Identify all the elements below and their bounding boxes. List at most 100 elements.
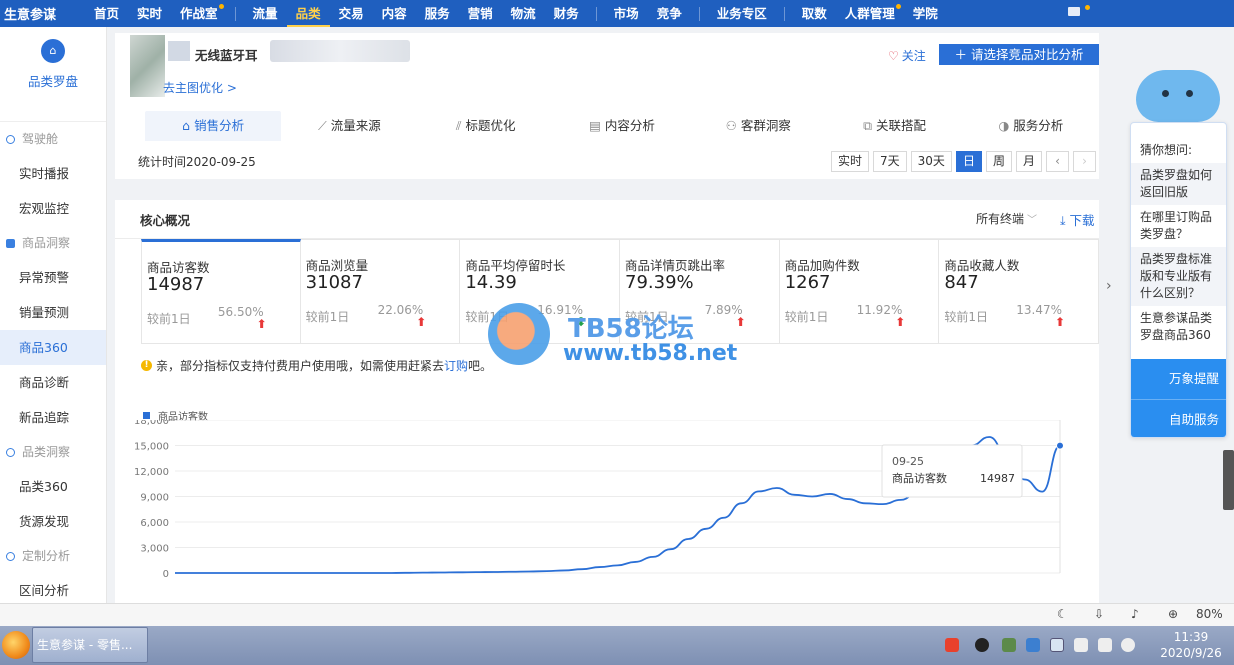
shield-icon[interactable] bbox=[1026, 638, 1040, 652]
tab-4[interactable]: ⚇ 客群洞察 bbox=[690, 111, 826, 141]
terminal-select[interactable]: 所有终端 ﹀ bbox=[976, 210, 1037, 227]
follow-button[interactable]: ♡ 关注 bbox=[888, 47, 926, 64]
nav-item-16[interactable]: 学院 bbox=[904, 0, 947, 27]
subscribe-link[interactable]: 订购 bbox=[444, 357, 468, 374]
network-icon[interactable] bbox=[1050, 638, 1064, 652]
sidebar-item[interactable]: 异常预警 bbox=[0, 260, 106, 295]
download-button[interactable]: ⤓ 下载 bbox=[1060, 210, 1095, 229]
nav-item-8[interactable]: 营销 bbox=[459, 0, 502, 27]
tab-2[interactable]: ⫽ 标题优化 bbox=[418, 111, 554, 141]
smart-reminder-button[interactable]: 万象提醒 bbox=[1131, 359, 1226, 399]
sidebar-item[interactable]: 商品诊断 bbox=[0, 365, 106, 400]
night-mode-icon[interactable]: ☾ bbox=[1057, 607, 1068, 621]
zoom-level[interactable]: 80% bbox=[1196, 607, 1223, 621]
tab-0[interactable]: ⌂ 销售分析 bbox=[145, 111, 282, 141]
metric-compare: 较前1日 bbox=[944, 310, 988, 324]
metric-card[interactable]: 商品平均停留时长 14.39 较前1日 16.91% ⬇ bbox=[460, 239, 621, 344]
self-service-button[interactable]: 自助服务 bbox=[1131, 399, 1226, 437]
volume-icon[interactable]: ♪ bbox=[1131, 607, 1139, 621]
next-date-icon[interactable]: › bbox=[1072, 151, 1096, 172]
signal-icon[interactable] bbox=[1098, 638, 1112, 652]
metric-card[interactable]: 商品详情页跳出率 79.39% 较前1日 7.89% ⬆ bbox=[620, 239, 780, 344]
image-optimize-link[interactable]: 去主图优化 > bbox=[163, 79, 237, 96]
nav-item-13[interactable]: 业务专区 bbox=[708, 0, 776, 27]
sidebar-group-1[interactable]: 商品洞察 bbox=[0, 226, 106, 260]
nav-item-10[interactable]: 财务 bbox=[545, 0, 588, 27]
faq-question[interactable]: 品类罗盘标准版和专业版有什么区别？ bbox=[1131, 247, 1226, 306]
nav-item-5[interactable]: 交易 bbox=[330, 0, 373, 27]
side-scroll-handle[interactable] bbox=[1223, 450, 1234, 510]
mute-icon[interactable] bbox=[1121, 638, 1135, 652]
qq-icon[interactable] bbox=[975, 638, 989, 652]
sidebar-item[interactable]: 货源发现 bbox=[0, 504, 106, 539]
nav-item-6[interactable]: 内容 bbox=[373, 0, 416, 27]
time-button-0[interactable]: 实时 bbox=[831, 151, 870, 172]
notification-dot-icon bbox=[895, 4, 901, 9]
nav-item-label: 服务 bbox=[424, 6, 450, 21]
nav-item-0[interactable]: 首页 bbox=[85, 0, 128, 27]
nav-item-15[interactable]: 人群管理 bbox=[836, 0, 904, 27]
faq-question[interactable]: 品类罗盘如何返回旧版 bbox=[1131, 163, 1226, 205]
sidebar-item[interactable]: 销量预测 bbox=[0, 295, 106, 330]
tab-5[interactable]: ⧉ 关联搭配 bbox=[826, 111, 962, 141]
mail-icon[interactable] bbox=[1068, 7, 1080, 16]
sidebar-item[interactable]: 实时播报 bbox=[0, 156, 106, 191]
notice-suffix: 吧。 bbox=[468, 359, 493, 373]
nav-divider bbox=[595, 6, 597, 21]
nav-item-4[interactable]: 品类 bbox=[286, 0, 330, 27]
sidebar-group-2[interactable]: 品类洞察 bbox=[0, 435, 106, 469]
tab-3[interactable]: ▤ 内容分析 bbox=[554, 111, 690, 141]
time-button-3[interactable]: 日 bbox=[955, 151, 982, 172]
security-icon[interactable] bbox=[1002, 638, 1016, 652]
metric-card[interactable]: 商品加购件数 1267 较前1日 11.92% ⬆ bbox=[779, 239, 940, 344]
metric-card[interactable]: 商品访客数 14987 较前1日 56.50% ⬆ bbox=[141, 239, 301, 344]
visitor-line-chart[interactable]: 18,000 15,000 12,000 9,000 6,000 3,000 0 09-25 商… bbox=[115, 420, 1099, 605]
start-button[interactable] bbox=[0, 626, 32, 665]
tab-1[interactable]: ⟋ 流量来源 bbox=[281, 111, 417, 141]
sidebar-item[interactable]: 新品追踪 bbox=[0, 400, 106, 435]
product-name-mask bbox=[270, 40, 410, 62]
nav-item-2[interactable]: 作战室 bbox=[171, 0, 227, 27]
sidebar-item[interactable]: 商品360 bbox=[0, 330, 106, 365]
sidebar-brand[interactable]: ⌂ 品类罗盘 bbox=[0, 39, 106, 122]
tab-label: 标题优化 bbox=[465, 118, 516, 133]
nav-item-7[interactable]: 服务 bbox=[416, 0, 459, 27]
compare-competitor-button[interactable]: ＋ 请选择竞品对比分析 bbox=[939, 44, 1099, 65]
nav-item-1[interactable]: 实时 bbox=[128, 0, 171, 27]
app-logo[interactable]: 生意参谋 bbox=[0, 4, 85, 23]
sidebar-group-3[interactable]: 定制分析 bbox=[0, 539, 106, 573]
nav-item-14[interactable]: 取数 bbox=[793, 0, 836, 27]
nav-item-3[interactable]: 流量 bbox=[244, 0, 287, 27]
sogou-input-icon[interactable] bbox=[945, 638, 959, 652]
chevron-right-icon[interactable]: › bbox=[1106, 278, 1112, 294]
time-button-2[interactable]: 30天 bbox=[910, 151, 952, 172]
prev-date-icon[interactable]: ‹ bbox=[1045, 151, 1069, 172]
zoom-icon[interactable]: ⊕ bbox=[1168, 607, 1178, 621]
usb-icon[interactable] bbox=[1074, 638, 1088, 652]
data-point bbox=[1056, 441, 1064, 450]
time-button-5[interactable]: 月 bbox=[1015, 151, 1042, 172]
sidebar-item[interactable]: 宏观监控 bbox=[0, 191, 106, 226]
product-thumbnail[interactable] bbox=[130, 35, 165, 97]
elephant-mascot-icon[interactable] bbox=[1136, 70, 1220, 122]
tab-6[interactable]: ◑ 服务分析 bbox=[963, 111, 1099, 141]
paid-notice: ! 亲，部分指标仅支持付费用户使用哦，如需使用赶紧去 订购 吧。 bbox=[141, 357, 492, 374]
taskbar-clock[interactable]: 11:39 2020/9/26 bbox=[1152, 629, 1230, 661]
time-button-4[interactable]: 周 bbox=[985, 151, 1012, 172]
nav-item-9[interactable]: 物流 bbox=[502, 0, 545, 27]
y-tick-label: 9,000 bbox=[140, 493, 169, 504]
download-manager-icon[interactable]: ⇩ bbox=[1094, 607, 1104, 621]
notice-text: 亲，部分指标仅支持付费用户使用哦，如需使用赶紧去 bbox=[156, 359, 445, 373]
metric-card[interactable]: 商品收藏人数 847 较前1日 13.47% ⬆ bbox=[939, 239, 1100, 344]
faq-question[interactable]: 在哪里订购品类罗盘？ bbox=[1131, 205, 1226, 247]
time-button-1[interactable]: 7天 bbox=[873, 151, 907, 172]
metric-card[interactable]: 商品浏览量 31087 较前1日 22.06% ⬆ bbox=[300, 239, 461, 344]
sidebar-item[interactable]: 品类360 bbox=[0, 469, 106, 504]
metric-value: 14987 bbox=[147, 274, 205, 295]
faq-question[interactable]: 生意参谋品类罗盘商品360 bbox=[1131, 306, 1226, 348]
nav-item-11[interactable]: 市场 bbox=[605, 0, 648, 27]
sidebar-group-0[interactable]: 驾驶舱 bbox=[0, 122, 106, 156]
taskbar-app-button[interactable]: 生意参谋 - 零售... bbox=[32, 627, 148, 663]
nav-item-12[interactable]: 竞争 bbox=[648, 0, 691, 27]
nav-divider bbox=[698, 6, 700, 21]
